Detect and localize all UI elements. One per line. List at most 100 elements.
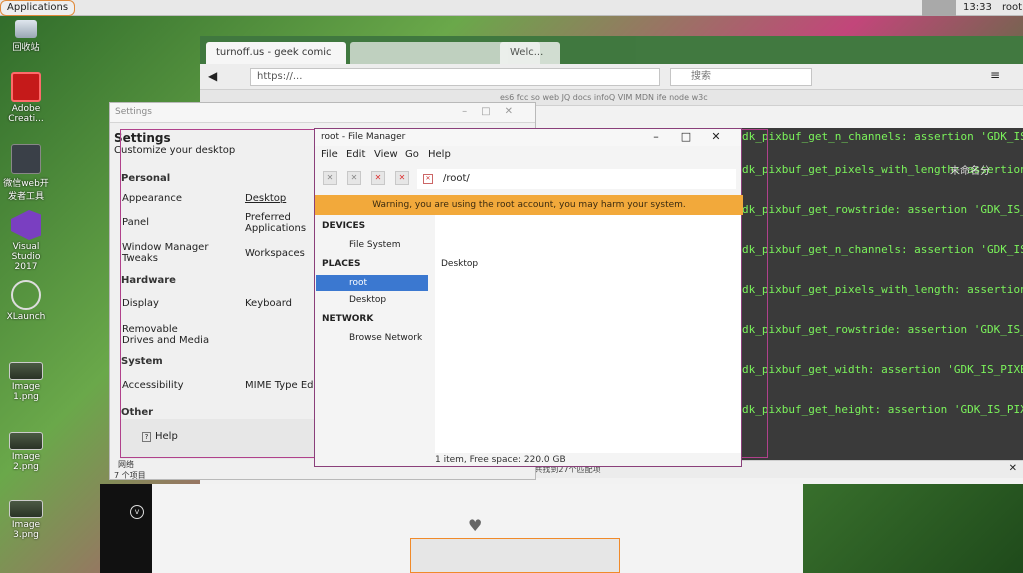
desktop-icon-label: Image 1.png (11, 382, 41, 402)
window-controls: – □ ✕ (641, 130, 731, 143)
desktop-icon-xlaunch[interactable]: XLaunch (0, 280, 52, 322)
menu-edit[interactable]: Edit (346, 149, 365, 160)
path-bar[interactable]: ✕ /root/ (417, 169, 736, 189)
close-icon[interactable]: ✕ (1009, 463, 1017, 474)
home-icon[interactable]: ✕ (395, 171, 409, 185)
desktop-icon-label: 回收站 (12, 43, 40, 53)
root-warning: Warning, you are using the root account,… (315, 195, 743, 215)
section-devices: DEVICES (322, 221, 366, 231)
image-file-icon (9, 362, 43, 380)
sidebar-item-desktop[interactable]: Desktop (316, 292, 428, 308)
xlaunch-icon (11, 280, 41, 310)
terminal-line: dk_pixbuf_get_width: assertion 'GDK_IS_P… (742, 363, 1023, 376)
status-bar: 1 item, Free space: 220.0 GB (435, 455, 566, 465)
setting-workspaces[interactable]: Workspaces (245, 248, 305, 259)
setting-appearance[interactable]: Appearance (122, 193, 182, 204)
close-icon[interactable]: ✕ (701, 130, 731, 143)
page-title: Settings (114, 131, 171, 145)
up-icon[interactable]: ✕ (371, 171, 385, 185)
setting-removable-drives[interactable]: Removable Drives and Media (122, 324, 212, 346)
setting-accessibility[interactable]: Accessibility (122, 380, 184, 391)
category-personal: Personal (121, 173, 171, 184)
desktop-icon-label: Visual Studio 2017 (11, 242, 41, 272)
desktop-icon-wechat-devtools[interactable]: 微信web开发者工具 (0, 144, 52, 202)
desktop-icon-recycle-bin[interactable]: 回收站 (0, 20, 52, 53)
network-label[interactable]: 网络 (114, 459, 210, 470)
panel-window-button[interactable] (922, 0, 956, 16)
search-box[interactable]: 搜索 (670, 68, 812, 86)
setting-preferred-apps[interactable]: Preferred Applications (245, 212, 313, 234)
file-manager-titlebar: root - File Manager – □ ✕ (315, 129, 741, 146)
setting-keyboard[interactable]: Keyboard (245, 298, 292, 309)
desktop-icon-image-2[interactable]: Image 2.png (0, 432, 52, 472)
browser-tab-welcome[interactable]: Welc... (500, 42, 560, 64)
desktop-icon-label: Adobe Creati... (8, 104, 44, 124)
heart-icon[interactable]: ♥ (468, 518, 486, 534)
terminal-output: dk_pixbuf_get_n_channels: assertion 'GDK… (740, 128, 1023, 464)
setting-mime-type-editor[interactable]: MIME Type Edito (245, 380, 315, 391)
wechat-devtools-icon (11, 144, 41, 174)
browser-toolbar: ◀ https://... 搜索 ≡ (200, 64, 1023, 90)
terminal-line: dk_pixbuf_get_n_channels: assertion 'GDK… (742, 243, 1023, 256)
info-icon[interactable]: v (130, 505, 144, 519)
page-subtitle: Customize your desktop (114, 145, 236, 156)
category-hardware: Hardware (121, 275, 176, 286)
folder-icon: ✕ (423, 174, 433, 184)
sidebar-item-file-system[interactable]: File System (316, 237, 428, 253)
help-label: Help (155, 431, 178, 442)
image-file-icon (9, 432, 43, 450)
window-title: Settings (115, 107, 152, 117)
sidebar-item-browse-network[interactable]: Browse Network (316, 330, 428, 346)
sidebar-item-root[interactable]: root (316, 275, 428, 291)
category-other: Other (121, 407, 154, 418)
menu-icon[interactable]: ≡ (990, 68, 1000, 82)
desktop-icon-label: Image 2.png (11, 452, 41, 472)
file-manager-window: root - File Manager – □ ✕ File Edit View G… (314, 128, 743, 467)
image-file-icon (9, 500, 43, 518)
toolbar: ✕ ✕ ✕ ✕ ✕ /root/ (315, 164, 741, 194)
page-side-panel (100, 484, 152, 573)
menu-help[interactable]: Help (428, 149, 451, 160)
path-text: /root/ (443, 173, 470, 184)
user-menu[interactable]: root (1002, 0, 1022, 16)
file-entry-desktop[interactable]: Desktop (441, 259, 478, 269)
maximize-icon[interactable]: □ (671, 130, 701, 143)
setting-desktop[interactable]: Desktop (245, 193, 286, 204)
browser-tab-strip: turnoff.us - geek comic Welc... (200, 36, 1023, 64)
menu-go[interactable]: Go (405, 149, 419, 160)
desktop-icon-label: Image 3.png (11, 520, 41, 540)
recycle-bin-icon (15, 20, 37, 38)
terminal-line: dk_pixbuf_get_pixels_with_length: assert… (742, 283, 1023, 296)
terminal-line: dk_pixbuf_get_rowstride: assertion 'GDK_… (742, 203, 1023, 216)
item-count: 7 个项目 (114, 471, 146, 480)
menu-view[interactable]: View (374, 149, 398, 160)
desktop-icon-visual-studio[interactable]: Visual Studio 2017 (0, 210, 52, 272)
setting-wm-tweaks[interactable]: Window Manager Tweaks (122, 242, 212, 264)
url-bar[interactable]: https://... (250, 68, 660, 86)
minimize-icon[interactable]: – (641, 130, 671, 143)
forward-icon[interactable]: ✕ (347, 171, 361, 185)
menu-file[interactable]: File (321, 149, 338, 160)
window-controls[interactable]: –□✕ (462, 106, 527, 117)
side-label: 未命名分 (950, 166, 990, 177)
setting-panel[interactable]: Panel (122, 217, 149, 228)
help-button[interactable]: ? Help (142, 431, 178, 442)
browser-tab-turnoff[interactable]: turnoff.us - geek comic (206, 42, 346, 64)
sidebar: DEVICES File System PLACES root Desktop … (315, 215, 431, 453)
window-title: root - File Manager (321, 132, 406, 142)
desktop-icon-image-3[interactable]: Image 3.png (0, 500, 52, 540)
adobe-icon (11, 72, 41, 102)
clock[interactable]: 13:33 (963, 0, 992, 16)
desktop-icon-label: XLaunch (6, 312, 46, 322)
section-places: PLACES (322, 259, 361, 269)
terminal-line: dk_pixbuf_get_rowstride: assertion 'GDK_… (742, 323, 1023, 336)
applications-menu-button[interactable]: Applications (0, 0, 76, 16)
setting-display[interactable]: Display (122, 298, 159, 309)
back-icon[interactable]: ◀ (208, 69, 217, 83)
desktop-icon-image-1[interactable]: Image 1.png (0, 362, 52, 402)
explorer-status: 网络 7 个项目 (110, 459, 210, 480)
back-icon[interactable]: ✕ (323, 171, 337, 185)
desktop-icon-adobe[interactable]: Adobe Creati... (0, 72, 52, 124)
desktop-icon-label: 微信web开发者工具 (3, 179, 49, 202)
content-card[interactable] (410, 538, 620, 573)
